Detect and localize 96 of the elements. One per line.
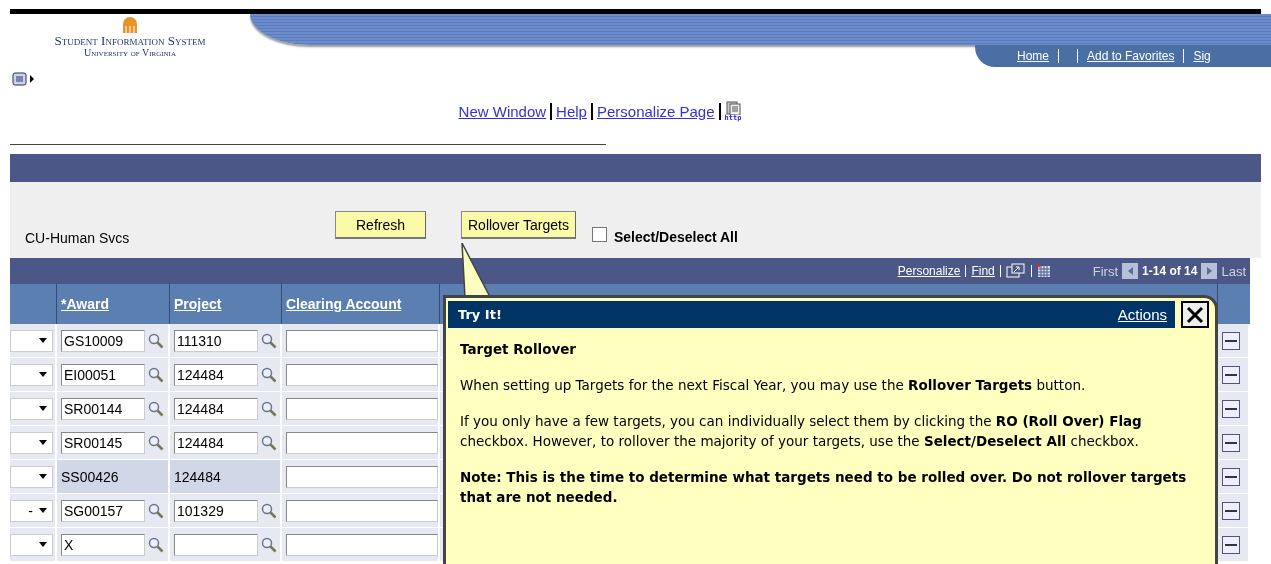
nav-link[interactable]: Sig [1193,49,1211,63]
minus-icon [1225,407,1237,410]
nav-link[interactable]: Add to Favorites [1087,49,1175,63]
popup-paragraph: When setting up Targets for the next Fiscal Year, you may use the Rollover Targets button. [460,376,1087,395]
search-icon[interactable] [261,366,277,383]
search-icon[interactable] [148,434,164,451]
minus-icon [1225,441,1237,444]
search-icon[interactable] [261,400,277,417]
search-icon[interactable] [148,332,164,349]
award-field[interactable]: EI00051 [61,363,145,386]
minus-icon [1225,373,1237,376]
award-field[interactable]: X [61,533,145,556]
search-icon[interactable] [148,366,164,383]
search-icon[interactable] [261,332,277,349]
grid-link[interactable]: Find [971,264,995,278]
logo-title: Student Information System [54,34,206,47]
clearing-account-field[interactable] [286,499,438,522]
rotunda-icon [122,17,138,33]
clearing-account-field[interactable] [286,533,438,556]
delete-row-button[interactable] [1222,501,1240,520]
popup-paragraph: Note: This is the time to determine what targets need to be rolled over. Do not rollover targets that are not needed. [460,468,1188,507]
minus-icon [1225,475,1237,478]
popup-title: Try It! [458,307,502,322]
project-field[interactable]: 124484 [174,363,258,386]
project-field[interactable]: 101329 [174,499,258,522]
clearing-account-field[interactable] [286,363,438,386]
minus-icon [1225,339,1237,342]
zoom-grid-icon[interactable] [1005,263,1026,279]
grid-link[interactable]: Personalize [897,264,961,278]
unit-label: CU-Human Svcs [25,230,131,246]
caret-icon [39,372,47,377]
delete-row-button[interactable] [1222,399,1240,418]
logo-subtitle: University of Virginia [84,47,176,58]
project-field[interactable] [174,533,258,556]
row-range: 1-14 of 14 [1142,264,1198,278]
delete-row-button[interactable] [1222,331,1240,350]
toolbar-button[interactable]: Rollover Targets [461,211,576,239]
search-icon[interactable] [148,400,164,417]
last-label: Last [1221,263,1246,279]
caret-icon [39,338,47,343]
caret-icon [39,542,47,547]
nav-link[interactable]: Home [1017,49,1049,63]
award-field[interactable]: SR00145 [61,431,145,454]
caret-icon [39,474,47,479]
project-field[interactable]: 124484 [174,397,258,420]
minus-icon [1225,509,1237,512]
delete-row-button[interactable] [1222,467,1240,486]
close-icon [1185,304,1205,325]
project-field[interactable]: 111310 [174,329,258,352]
delete-row-button[interactable] [1222,535,1240,554]
page-link[interactable]: Personalize Page [596,102,715,120]
award-field[interactable]: SG00157 [61,499,145,522]
next-icon [1201,263,1218,279]
menu-icon[interactable] [12,72,36,86]
popup-heading: Target Rollover [460,340,578,359]
toolbar-button[interactable]: Refresh [335,211,426,239]
project-value: 124484 [174,468,221,485]
search-icon[interactable] [148,536,164,553]
page-link[interactable]: New Window [458,102,547,120]
dropdown[interactable] [10,329,53,352]
search-icon[interactable] [261,536,277,553]
minus-icon [1225,543,1237,546]
popup-paragraph: If you only have a few targets, you can individually select them by clicking the RO (Roll Over) Flag checkbox. However, to rollover the majority of your targets, use the Select/Deselect All checkbox. [460,412,1143,451]
search-icon[interactable] [148,502,164,519]
dropdown[interactable] [10,363,53,386]
select-all-checkbox[interactable] [591,227,607,242]
checkbox-label: Select/Deselect All [613,229,738,245]
close-button[interactable] [1181,301,1209,328]
dropdown[interactable] [10,533,53,556]
page-link[interactable]: Help [556,102,587,120]
dropdown[interactable] [10,397,53,420]
column-header-link[interactable]: Clearing Account [286,296,402,312]
clearing-account-field[interactable] [286,329,438,352]
clearing-account-field[interactable] [286,397,438,420]
column-header-link[interactable]: *Award [61,296,109,312]
clearing-account-field[interactable] [286,431,438,454]
caret-icon [39,406,47,411]
dropdown[interactable]: - [10,499,53,522]
clearing-account-field[interactable] [286,465,438,488]
award-value: SS00426 [61,468,119,485]
actions-link[interactable]: Actions [1117,306,1167,323]
spreadsheet-icon[interactable] [1036,264,1051,278]
dropdown[interactable] [10,465,53,488]
search-icon[interactable] [261,502,277,519]
caret-icon [39,508,47,513]
delete-row-button[interactable] [1222,365,1240,384]
caret-icon [39,440,47,445]
delete-row-button[interactable] [1222,433,1240,452]
dropdown[interactable] [10,431,53,454]
first-label: First [1092,263,1119,279]
project-field[interactable]: 124484 [174,431,258,454]
previous-icon [1122,263,1139,279]
column-header-link[interactable]: Project [174,296,222,312]
search-icon[interactable] [261,434,277,451]
award-field[interactable]: SR00144 [61,397,145,420]
award-field[interactable]: GS10009 [61,329,145,352]
